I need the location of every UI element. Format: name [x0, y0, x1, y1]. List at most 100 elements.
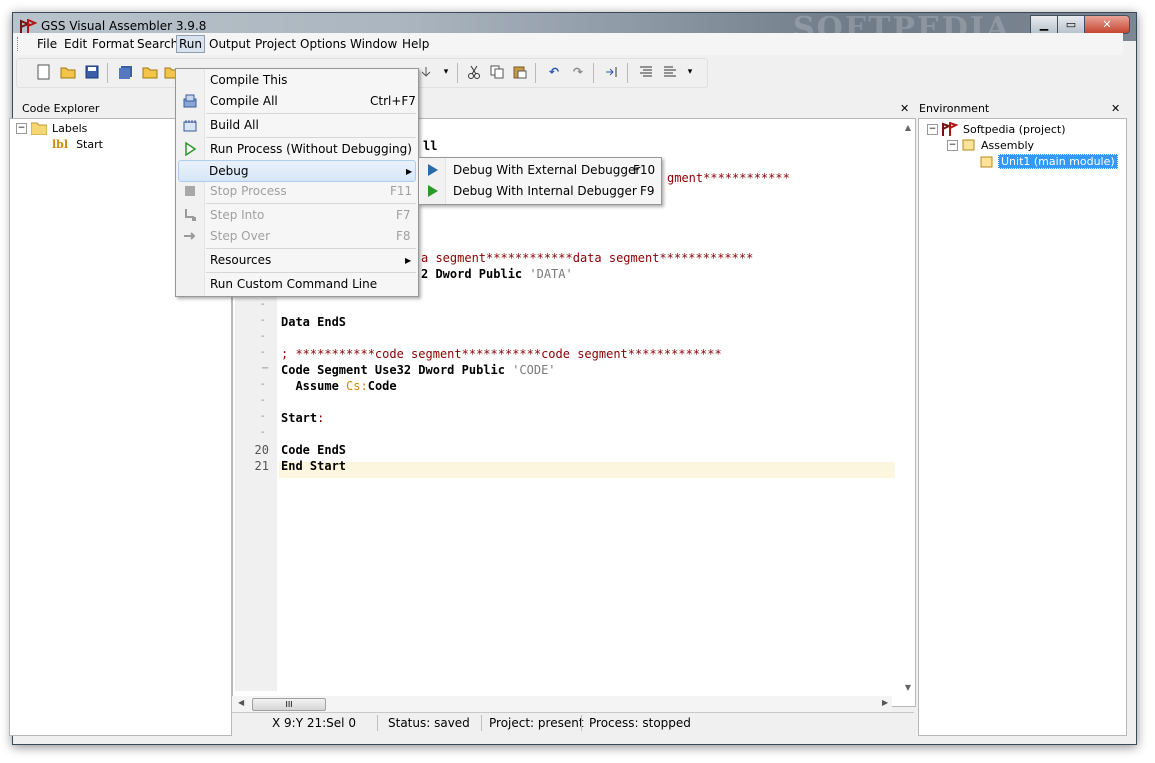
- environment-title: Environment: [919, 102, 990, 115]
- scroll-down-icon[interactable]: ▼: [905, 683, 911, 692]
- comment-block-icon[interactable]: [661, 63, 679, 81]
- menu-format[interactable]: Format: [90, 36, 136, 52]
- fold-marker: -: [261, 395, 265, 406]
- run-menu-stop-process[interactable]: Stop Process F11: [178, 181, 414, 201]
- tree-item-unit1[interactable]: Unit1 (main module): [979, 154, 1118, 169]
- run-menu-custom-command[interactable]: Run Custom Command Line: [178, 274, 414, 294]
- stop-icon: [182, 183, 198, 199]
- submenu-arrow-icon: ▶: [406, 166, 413, 176]
- build-all-icon: [182, 117, 198, 133]
- status-process: Process: stopped: [589, 716, 691, 730]
- run-menu-compile-this[interactable]: Compile This: [178, 70, 414, 90]
- tree-item-start[interactable]: lbl Start: [52, 138, 103, 151]
- new-file-icon[interactable]: [35, 63, 53, 81]
- code-line-code-segment: Code Segment Use32 Dword Public 'CODE': [281, 363, 556, 377]
- fold-marker: −: [261, 363, 270, 374]
- collapse-icon[interactable]: −: [16, 123, 27, 134]
- menu-help[interactable]: Help: [400, 36, 431, 52]
- code-line-1: ll: [423, 139, 438, 153]
- menu-window[interactable]: Window: [348, 36, 399, 52]
- tree-item-assembly[interactable]: − Assembly: [947, 138, 1034, 152]
- assembly-icon: [962, 139, 975, 151]
- code-line-start: Start:: [281, 411, 325, 425]
- code-line-comment1: gment************: [667, 171, 790, 185]
- fold-marker: -: [261, 331, 265, 342]
- open-project-icon[interactable]: [141, 63, 159, 81]
- paste-icon[interactable]: [511, 63, 529, 81]
- menubar-grip: [17, 37, 21, 51]
- run-menu-step-over[interactable]: Step Over F8: [178, 226, 414, 246]
- close-button[interactable]: ✕: [1084, 15, 1130, 34]
- run-menu-step-into[interactable]: Step Into F7: [178, 205, 414, 225]
- run-icon: [182, 141, 198, 157]
- run-menu: Compile This Compile All Ctrl+F7 Build A…: [175, 68, 419, 297]
- fold-marker: -: [261, 347, 265, 358]
- environment-panel: − Softpedia (project) − Assembly Unit1 (…: [918, 118, 1127, 736]
- step-over-icon: [182, 228, 198, 244]
- status-saved: Status: saved: [388, 716, 470, 730]
- menu-file[interactable]: File: [35, 36, 59, 52]
- save-icon[interactable]: [83, 63, 101, 81]
- module-icon: [980, 156, 993, 167]
- scroll-up-icon[interactable]: ▲: [905, 123, 911, 132]
- indent-icon[interactable]: [603, 63, 621, 81]
- code-line-end-start: End Start: [281, 459, 347, 473]
- dropdown-arrow-icon[interactable]: [417, 63, 435, 81]
- tree-label-labels: Labels: [52, 122, 88, 135]
- code-line-comment2: a segment************data segment*******…: [421, 251, 754, 265]
- horizontal-scrollbar[interactable]: ◀ III ▶: [232, 696, 892, 712]
- tree-item-project[interactable]: − Softpedia (project): [927, 122, 1066, 136]
- run-menu-debug[interactable]: Debug ▶: [178, 160, 416, 182]
- code-line-code-ends: Code EndS: [281, 443, 347, 457]
- debug-external[interactable]: Debug With External Debugger F10: [421, 160, 657, 180]
- toolbar-overflow-2-icon[interactable]: ▾: [681, 63, 699, 81]
- undo-icon[interactable]: ↶: [545, 63, 563, 81]
- collapse-icon[interactable]: −: [927, 123, 938, 135]
- run-menu-resources[interactable]: Resources ▶: [178, 250, 414, 270]
- code-line-data-segment: 2 Dword Public 'DATA': [421, 267, 573, 281]
- collapse-icon[interactable]: −: [947, 139, 958, 151]
- code-line-comment3: ; ***********code segment***********code…: [281, 347, 722, 361]
- copy-icon[interactable]: [488, 63, 506, 81]
- menu-search[interactable]: Search: [135, 36, 180, 52]
- run-menu-build-all[interactable]: Build All: [178, 115, 414, 135]
- tree-item-labels[interactable]: − Labels: [16, 122, 87, 135]
- menu-edit[interactable]: Edit: [62, 36, 89, 52]
- current-line-highlight: [279, 462, 895, 478]
- cut-icon[interactable]: [465, 63, 483, 81]
- fold-marker: -: [261, 427, 265, 438]
- redo-icon[interactable]: ↷: [569, 63, 587, 81]
- submenu-arrow-icon: ▶: [405, 255, 412, 265]
- minimize-button[interactable]: ▁: [1030, 15, 1058, 34]
- line-number-21: 21: [254, 459, 269, 473]
- tree-label-project: Softpedia (project): [963, 122, 1066, 136]
- fold-marker: -: [261, 315, 265, 326]
- menu-project[interactable]: Project: [253, 36, 298, 52]
- align-text-icon[interactable]: [637, 63, 655, 81]
- maximize-button[interactable]: ▭: [1057, 15, 1085, 34]
- window-title: GSS Visual Assembler 3.9.8: [41, 19, 207, 33]
- code-line-data-ends: Data EndS: [281, 315, 347, 329]
- code-line-assume: Assume Cs:Code: [281, 379, 397, 393]
- toolbar-overflow-icon[interactable]: ▾: [437, 63, 455, 81]
- run-menu-compile-all[interactable]: Compile All Ctrl+F7: [178, 91, 416, 111]
- code-explorer-title: Code Explorer: [22, 102, 100, 115]
- menu-options[interactable]: Options: [298, 36, 348, 52]
- run-menu-run-process[interactable]: Run Process (Without Debugging): [178, 139, 414, 159]
- menu-output[interactable]: Output: [207, 36, 253, 52]
- scroll-thumb[interactable]: III: [252, 698, 326, 711]
- save-all-icon[interactable]: [117, 63, 135, 81]
- menu-bar: File Edit Format Search Run Output Proje…: [13, 33, 1123, 55]
- environment-close-icon[interactable]: ✕: [1111, 102, 1120, 115]
- scroll-left-icon[interactable]: ◀: [238, 698, 244, 707]
- menu-run[interactable]: Run: [176, 35, 206, 53]
- tree-label-unit1: Unit1 (main module): [998, 154, 1118, 169]
- project-flag-icon: [942, 122, 959, 136]
- label-icon: lbl: [52, 138, 69, 151]
- open-folder-icon[interactable]: [59, 63, 77, 81]
- tree-label-assembly: Assembly: [981, 138, 1035, 152]
- status-project: Project: present: [489, 716, 584, 730]
- scroll-right-icon[interactable]: ▶: [882, 698, 888, 707]
- debug-internal[interactable]: Debug With Internal Debugger F9: [421, 181, 657, 201]
- editor-close-icon[interactable]: ✕: [900, 102, 909, 115]
